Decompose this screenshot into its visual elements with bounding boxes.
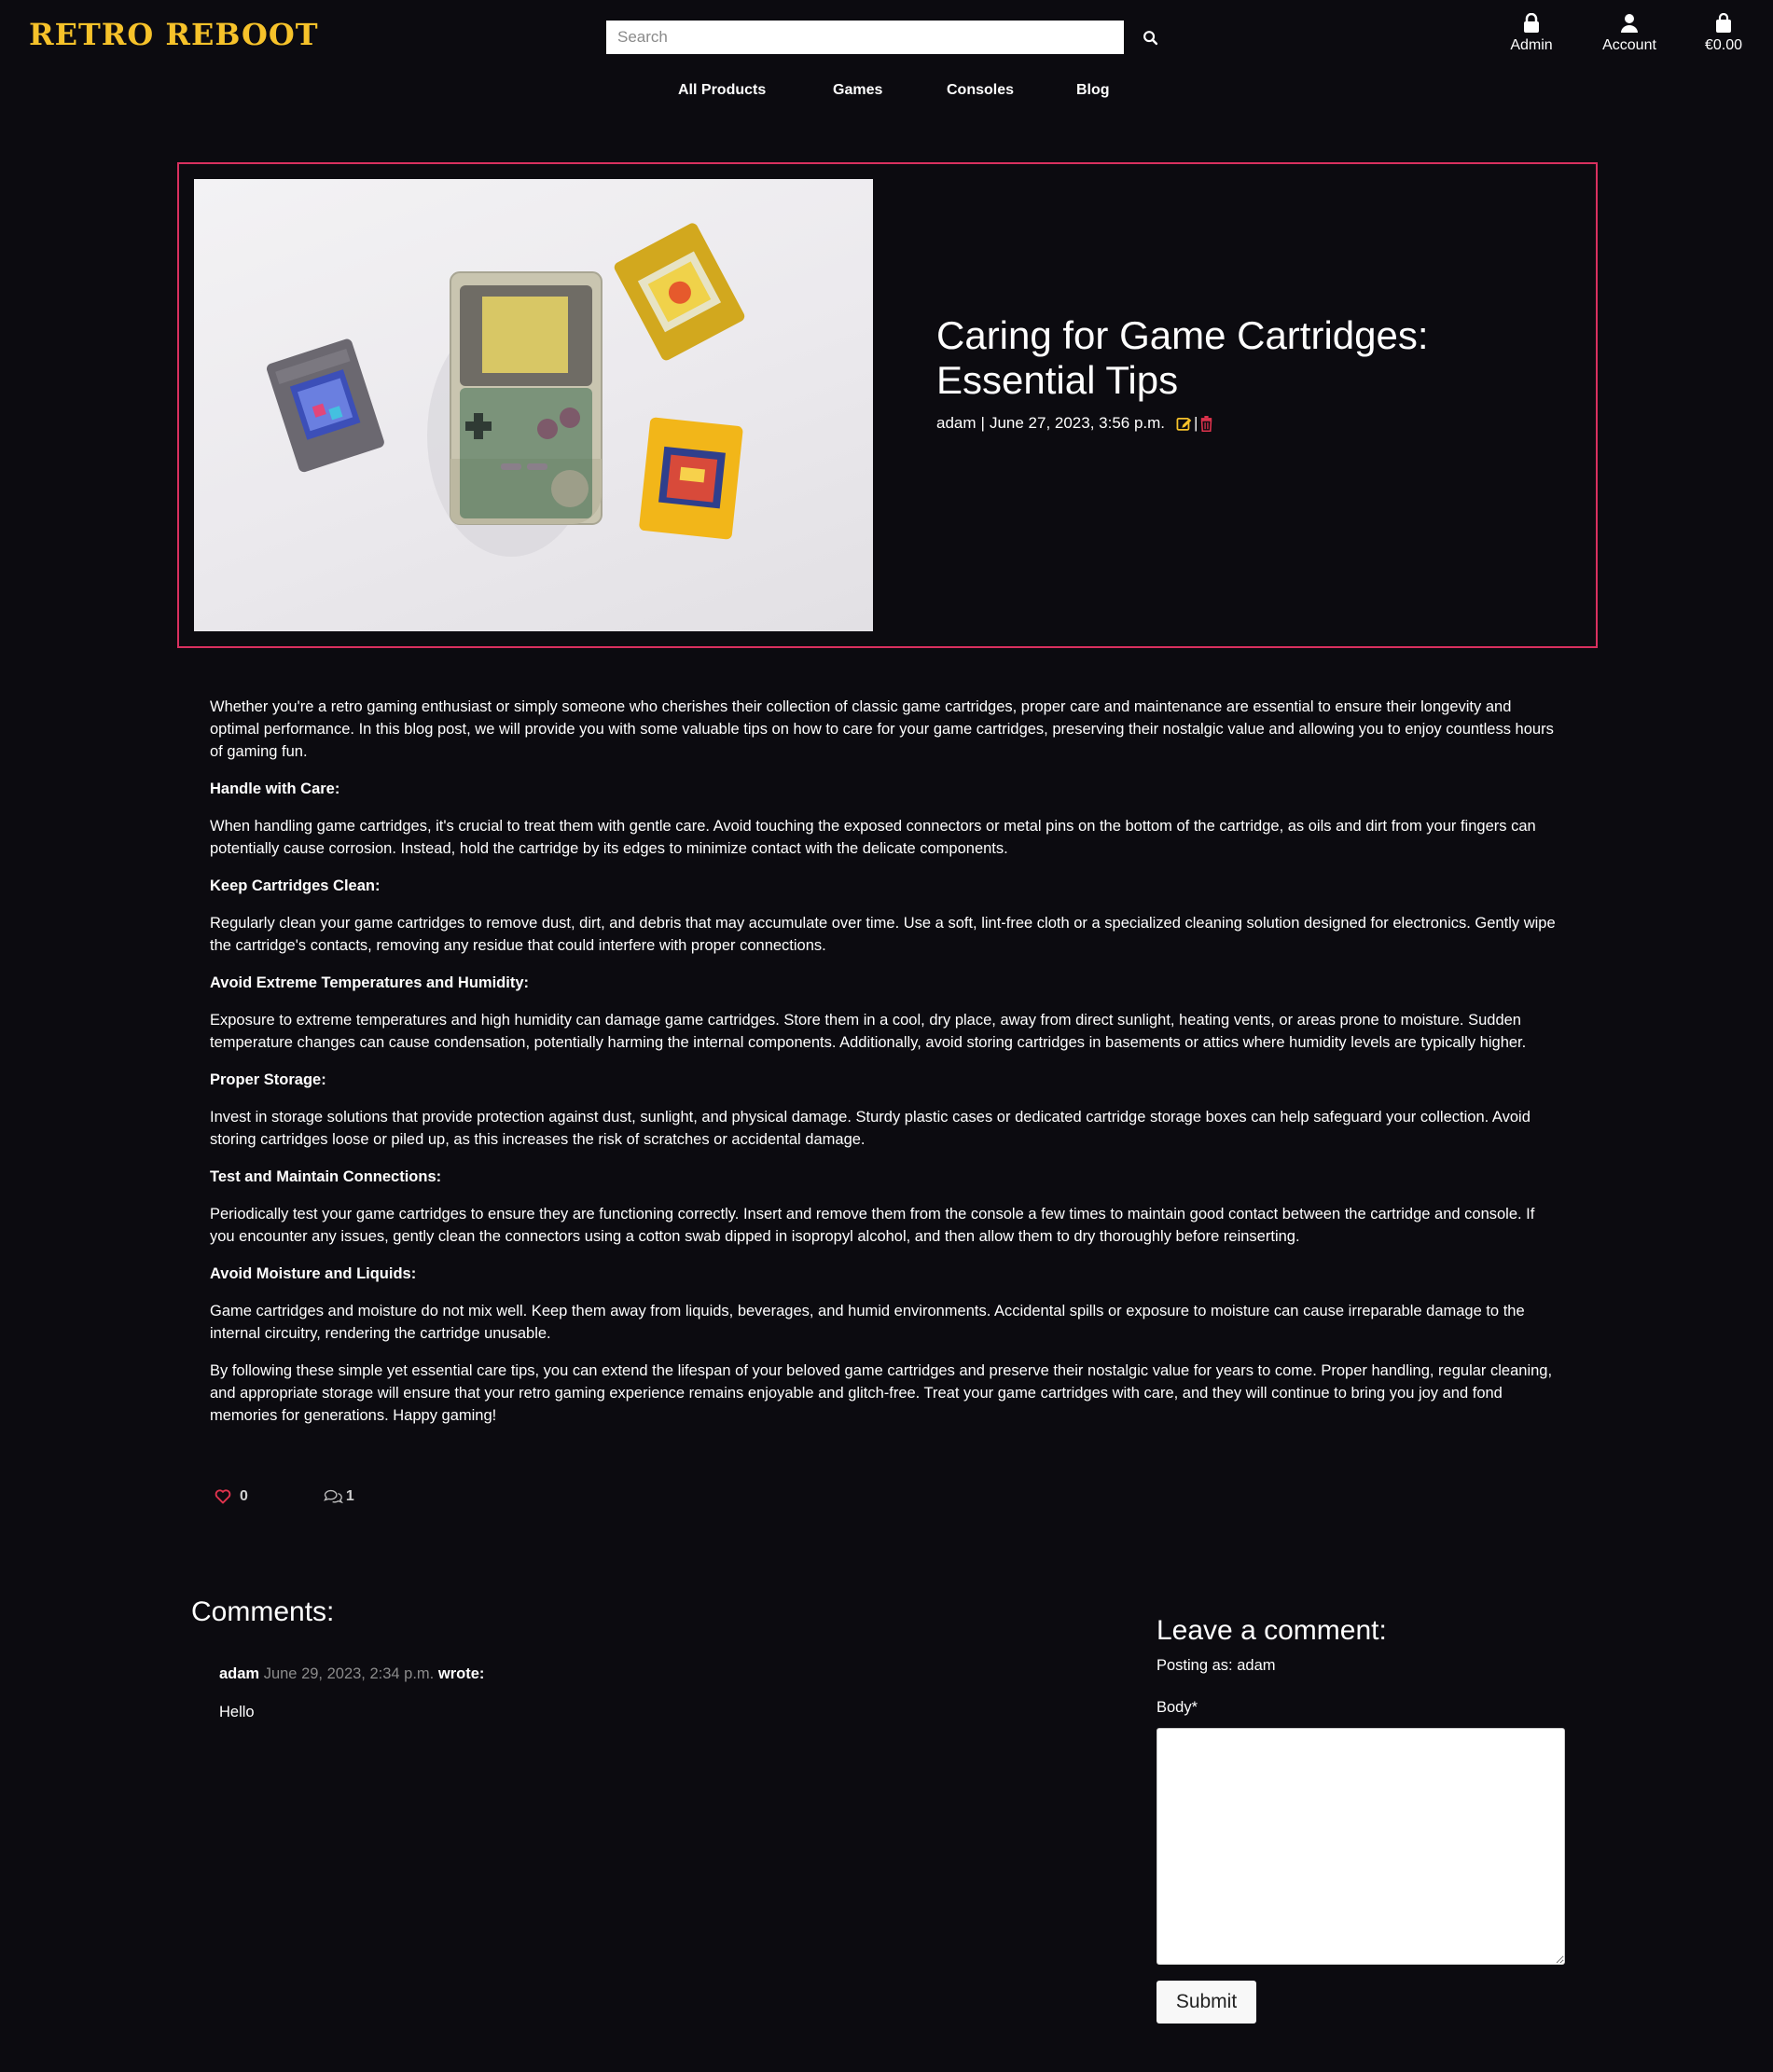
post-intro: Whether you're a retro gaming enthusiast… bbox=[210, 698, 1554, 760]
comment-header: adam June 29, 2023, 2:34 p.m. wrote: bbox=[219, 1665, 484, 1683]
section-text: When handling game cartridges, it's cruc… bbox=[210, 818, 1536, 857]
nav-consoles[interactable]: Consoles bbox=[947, 82, 1014, 99]
post-meta: adam | June 27, 2023, 3:56 p.m. | bbox=[936, 414, 1213, 433]
nav-all-products[interactable]: All Products bbox=[678, 82, 766, 99]
like-count: 0 bbox=[240, 1488, 248, 1504]
edit-post-button[interactable] bbox=[1176, 416, 1192, 432]
post-image bbox=[194, 179, 873, 631]
nav-games[interactable]: Games bbox=[833, 82, 882, 99]
section-text: Periodically test your game cartridges t… bbox=[210, 1206, 1535, 1245]
submit-button[interactable]: Submit bbox=[1157, 1981, 1256, 2024]
brand-logo[interactable]: RETRO REBOOT bbox=[29, 17, 319, 52]
section-heading: Proper Storage: bbox=[210, 1071, 326, 1088]
posting-as: Posting as: adam bbox=[1157, 1657, 1276, 1674]
cart-total: €0.00 bbox=[1704, 37, 1743, 53]
comments-icon bbox=[323, 1489, 343, 1503]
post-stats: 0 1 bbox=[215, 1488, 354, 1505]
post-author: adam bbox=[936, 414, 977, 432]
search-icon bbox=[1143, 30, 1157, 45]
post-title: Caring for Game Cartridges: Essential Ti… bbox=[936, 313, 1429, 402]
search-button[interactable] bbox=[1137, 24, 1163, 50]
comment-count-indicator: 1 bbox=[323, 1488, 354, 1505]
shopping-bag-icon bbox=[1716, 13, 1731, 33]
admin-link[interactable]: Admin bbox=[1503, 13, 1559, 54]
post-conclusion: By following these simple yet essential … bbox=[210, 1362, 1553, 1424]
comment-body-textarea[interactable] bbox=[1157, 1728, 1565, 1965]
edit-icon bbox=[1176, 417, 1192, 431]
cart-link[interactable]: €0.00 bbox=[1696, 13, 1752, 54]
body-label: Body* bbox=[1157, 1699, 1198, 1716]
section-text: Regularly clean your game cartridges to … bbox=[210, 915, 1556, 954]
user-icon bbox=[1621, 14, 1638, 33]
section-text: Exposure to extreme temperatures and hig… bbox=[210, 1012, 1527, 1051]
account-label: Account bbox=[1602, 37, 1656, 53]
nav-blog[interactable]: Blog bbox=[1076, 82, 1110, 99]
post-hero-card: Caring for Game Cartridges: Essential Ti… bbox=[177, 162, 1598, 648]
lock-icon bbox=[1524, 13, 1539, 33]
heart-icon bbox=[215, 1489, 231, 1504]
leave-comment-title: Leave a comment: bbox=[1157, 1615, 1387, 1646]
section-heading: Handle with Care: bbox=[210, 780, 340, 797]
section-heading: Keep Cartridges Clean: bbox=[210, 877, 381, 894]
delete-post-button[interactable] bbox=[1199, 415, 1213, 432]
section-heading: Avoid Extreme Temperatures and Humidity: bbox=[210, 974, 529, 991]
comments-title: Comments: bbox=[191, 1596, 335, 1627]
section-heading: Avoid Moisture and Liquids: bbox=[210, 1265, 417, 1282]
section-text: Invest in storage solutions that provide… bbox=[210, 1109, 1531, 1148]
comment-body: Hello bbox=[219, 1704, 255, 1720]
meta-separator: | bbox=[980, 414, 985, 432]
search-bar bbox=[606, 21, 1163, 54]
account-link[interactable]: Account bbox=[1595, 13, 1664, 54]
comment-date: June 29, 2023, 2:34 p.m. bbox=[263, 1665, 435, 1682]
section-heading: Test and Maintain Connections: bbox=[210, 1168, 442, 1185]
like-button[interactable]: 0 bbox=[215, 1488, 248, 1505]
trash-icon bbox=[1201, 415, 1212, 432]
gameboy-cartridges-illustration bbox=[266, 223, 745, 557]
post-date: June 27, 2023, 3:56 p.m. bbox=[989, 414, 1166, 432]
section-text: Game cartridges and moisture do not mix … bbox=[210, 1303, 1525, 1342]
search-input[interactable] bbox=[606, 21, 1124, 54]
comment-wrote: wrote: bbox=[437, 1665, 485, 1682]
comment-item: adam June 29, 2023, 2:34 p.m. wrote: Hel… bbox=[219, 1665, 484, 1721]
admin-label: Admin bbox=[1510, 37, 1553, 53]
icon-separator: | bbox=[1194, 414, 1198, 432]
post-body: Whether you're a retro gaming enthusiast… bbox=[210, 696, 1562, 1442]
comment-count: 1 bbox=[345, 1488, 354, 1504]
comment-author: adam bbox=[219, 1665, 260, 1682]
